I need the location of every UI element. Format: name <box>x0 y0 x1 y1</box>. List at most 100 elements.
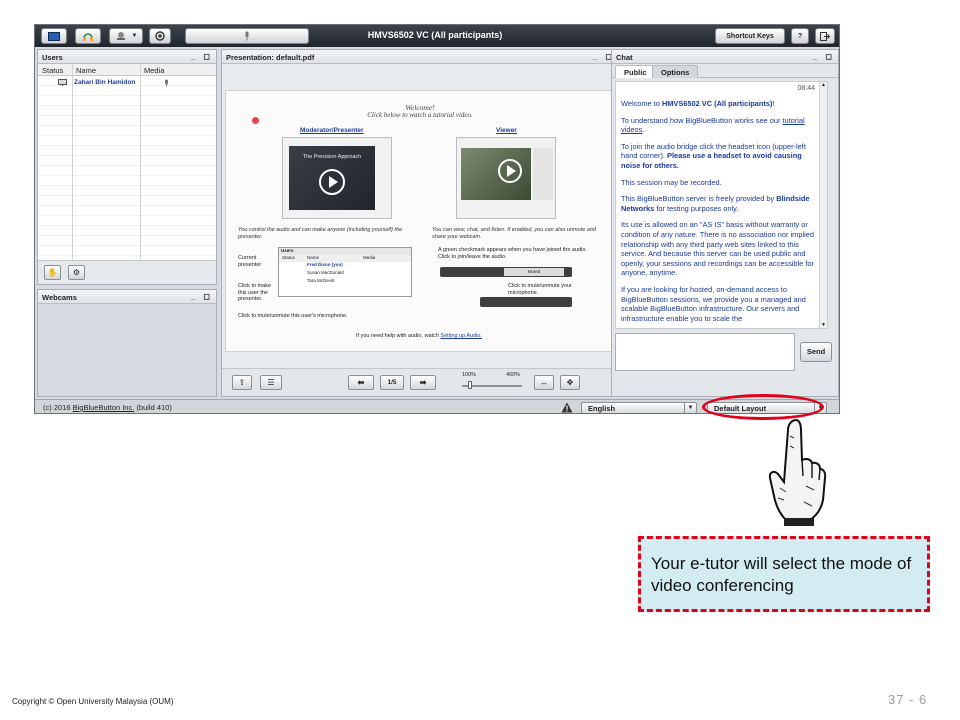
users-list <box>38 76 216 280</box>
upload-button[interactable]: ⇪ <box>232 375 252 390</box>
prev-slide-button[interactable]: ⬅ <box>348 375 374 390</box>
column-divider <box>140 64 141 280</box>
moderator-video-thumbnail[interactable]: The Precision Approach <box>282 137 392 219</box>
tab-public[interactable]: Public <box>615 65 656 78</box>
panel-window-controls[interactable]: _ ◻ <box>813 52 835 61</box>
user-row[interactable]: Zahari Bin Hamidon <box>38 78 216 88</box>
tutor-callout: Your e-tutor will select the mode of vid… <box>638 536 930 612</box>
chat-text: . <box>642 125 645 135</box>
mini-col-media: Media <box>363 255 376 260</box>
tab-options[interactable]: Options <box>652 65 699 78</box>
panel-window-controls[interactable]: _ ◻ <box>191 52 213 61</box>
chat-message: This BigBlueButton server is freely prov… <box>621 194 815 213</box>
build-info: (c) 2016 BigBlueButton Inc. (build 410) <box>43 403 172 412</box>
slide-subtitle: Click below to watch a tutorial video. <box>367 111 473 119</box>
chat-text: Welcome to <box>621 99 662 108</box>
chat-bold-text: HMVS6502 VC (All participants) <box>661 99 773 108</box>
column-name[interactable]: Name <box>76 66 96 75</box>
meeting-title: HMVS6502 VC (All participants) <box>367 30 503 40</box>
headset-icon <box>83 32 93 41</box>
mini-user-name: Susan MacDonald <box>307 270 344 275</box>
webcams-panel-title: Webcams <box>42 293 77 302</box>
zoom-max-label: 400% <box>506 372 521 378</box>
mini-user-name: Tara McDevitt <box>307 278 335 283</box>
poll-button[interactable]: ☰ <box>260 375 282 390</box>
hand-icon: ✋ <box>47 268 58 277</box>
fit-width-button[interactable]: ↔ <box>534 375 554 390</box>
scroll-down-icon[interactable]: ▼ <box>821 322 826 328</box>
chat-message: Its use is allowed on an "AS IS" basis w… <box>621 220 814 278</box>
play-icon <box>498 159 522 183</box>
chat-message: To understand how BigBlueButton works se… <box>621 116 815 135</box>
viewer-video-thumbnail[interactable] <box>456 137 556 219</box>
column-media[interactable]: Media <box>144 66 164 75</box>
bigbluebutton-link[interactable]: BigBlueButton Inc. <box>73 403 135 412</box>
current-presenter-label: Current presenter <box>238 255 262 268</box>
language-select[interactable]: English ▼ <box>581 402 697 413</box>
users-column-headers: Status Name Media <box>38 64 216 76</box>
chat-tabs: Public Options <box>612 64 838 78</box>
chat-message: If you are looking for hosted, on-demand… <box>621 284 806 323</box>
help-button[interactable]: ? <box>791 28 809 44</box>
slide-page-number: 37 - 6 <box>888 692 928 707</box>
users-panel-footer: ✋ ⚙ <box>38 260 216 284</box>
microphone-icon[interactable] <box>164 79 169 87</box>
chat-timestamp: 08:44 <box>797 85 815 92</box>
make-presenter-label: Click to make this user the presenter. <box>238 283 272 302</box>
raise-hand-button[interactable]: ✋ <box>44 265 61 280</box>
build-info-text: (c) 2016 <box>43 403 73 412</box>
mini-user-row: Fred Dixon (you) <box>279 262 411 270</box>
panel-window-controls[interactable]: _ ◻ <box>191 292 213 301</box>
logout-button[interactable] <box>815 28 835 44</box>
shortcut-keys-button[interactable]: Shortcut Keys <box>715 28 785 44</box>
page-number[interactable]: 1/5 <box>380 375 404 390</box>
chevron-down-icon: ▼ <box>684 403 696 413</box>
mini-user-name: Fred Dixon (you) <box>307 262 343 267</box>
chat-messages: 08:44 Welcome to HMVS6502 VC (All partic… <box>615 81 828 329</box>
zoom-min-label: 100% <box>462 372 477 378</box>
audio-help-text: If you need help with audio, watch <box>356 333 439 339</box>
webcam-button[interactable]: ▼ <box>109 28 143 44</box>
users-panel-header: Users _ ◻ <box>38 50 216 64</box>
gear-icon: ⚙ <box>72 268 81 277</box>
language-value: English <box>588 404 616 413</box>
chevron-down-icon: ▼ <box>131 33 138 39</box>
chat-text: This BigBlueButton server is freely prov… <box>621 194 777 204</box>
record-icon <box>155 31 165 41</box>
arrows-move-icon: ✥ <box>566 378 574 387</box>
settings-button[interactable]: ⚙ <box>68 265 85 280</box>
mini-users-table: Users Status Name Media Fred Dixon (you)… <box>278 247 412 297</box>
chat-scrollbar[interactable]: ▲ ▼ <box>819 82 827 328</box>
play-icon <box>319 169 345 195</box>
warning-icon[interactable] <box>561 402 573 413</box>
fit-page-button[interactable]: ✥ <box>560 375 580 390</box>
top-toolbar: ▼ HMVS6502 VC (All participants) Shortcu… <box>35 25 839 47</box>
scroll-up-icon[interactable]: ▲ <box>821 82 826 88</box>
chat-message-list: Welcome to HMVS6502 VC (All participants… <box>621 99 815 328</box>
mini-col-name: Name <box>307 255 320 260</box>
next-slide-button[interactable]: ➡ <box>410 375 436 390</box>
users-panel: Users _ ◻ Status Name Media Zahari Bin H… <box>37 49 217 285</box>
viewer-description: You can view, chat, and listen. If enabl… <box>432 227 596 240</box>
footer-copyright: Copyright © Open University Malaysia (OU… <box>12 697 174 706</box>
mute-mic-label: Click to mute/unmute your microphone. <box>508 283 572 296</box>
zoom-slider-handle[interactable] <box>468 381 472 389</box>
headset-button[interactable] <box>75 28 101 44</box>
upload-icon: ⇪ <box>238 378 246 387</box>
screen-share-button[interactable] <box>41 28 67 44</box>
record-button[interactable] <box>149 28 171 44</box>
arrows-horizontal-icon: ↔ <box>540 378 548 387</box>
column-status[interactable]: Status <box>42 66 63 75</box>
presentation-toolbar: ⇪ ☰ ⬅ 1/5 ➡ 100% 400% ↔ ✥ <box>222 368 618 396</box>
chat-input[interactable] <box>615 333 795 371</box>
presentation-panel-header: Presentation: default.pdf _ ◻ <box>222 50 618 64</box>
viewer-heading: Viewer <box>496 127 517 134</box>
audio-help-link[interactable]: Setting up Audio. <box>440 333 482 339</box>
mini-user-row: Susan MacDonald <box>279 270 411 278</box>
moderator-description: You control the audio and can make anyon… <box>238 227 403 240</box>
mute-user-label: Click to mute/unmute this user's microph… <box>238 313 348 319</box>
user-name: Zahari Bin Hamidon <box>74 79 136 86</box>
bigbluebutton-window: ▼ HMVS6502 VC (All participants) Shortcu… <box>34 24 840 414</box>
send-button[interactable]: Send <box>800 342 832 362</box>
chat-message: To join the audio bridge click the heads… <box>621 142 815 171</box>
